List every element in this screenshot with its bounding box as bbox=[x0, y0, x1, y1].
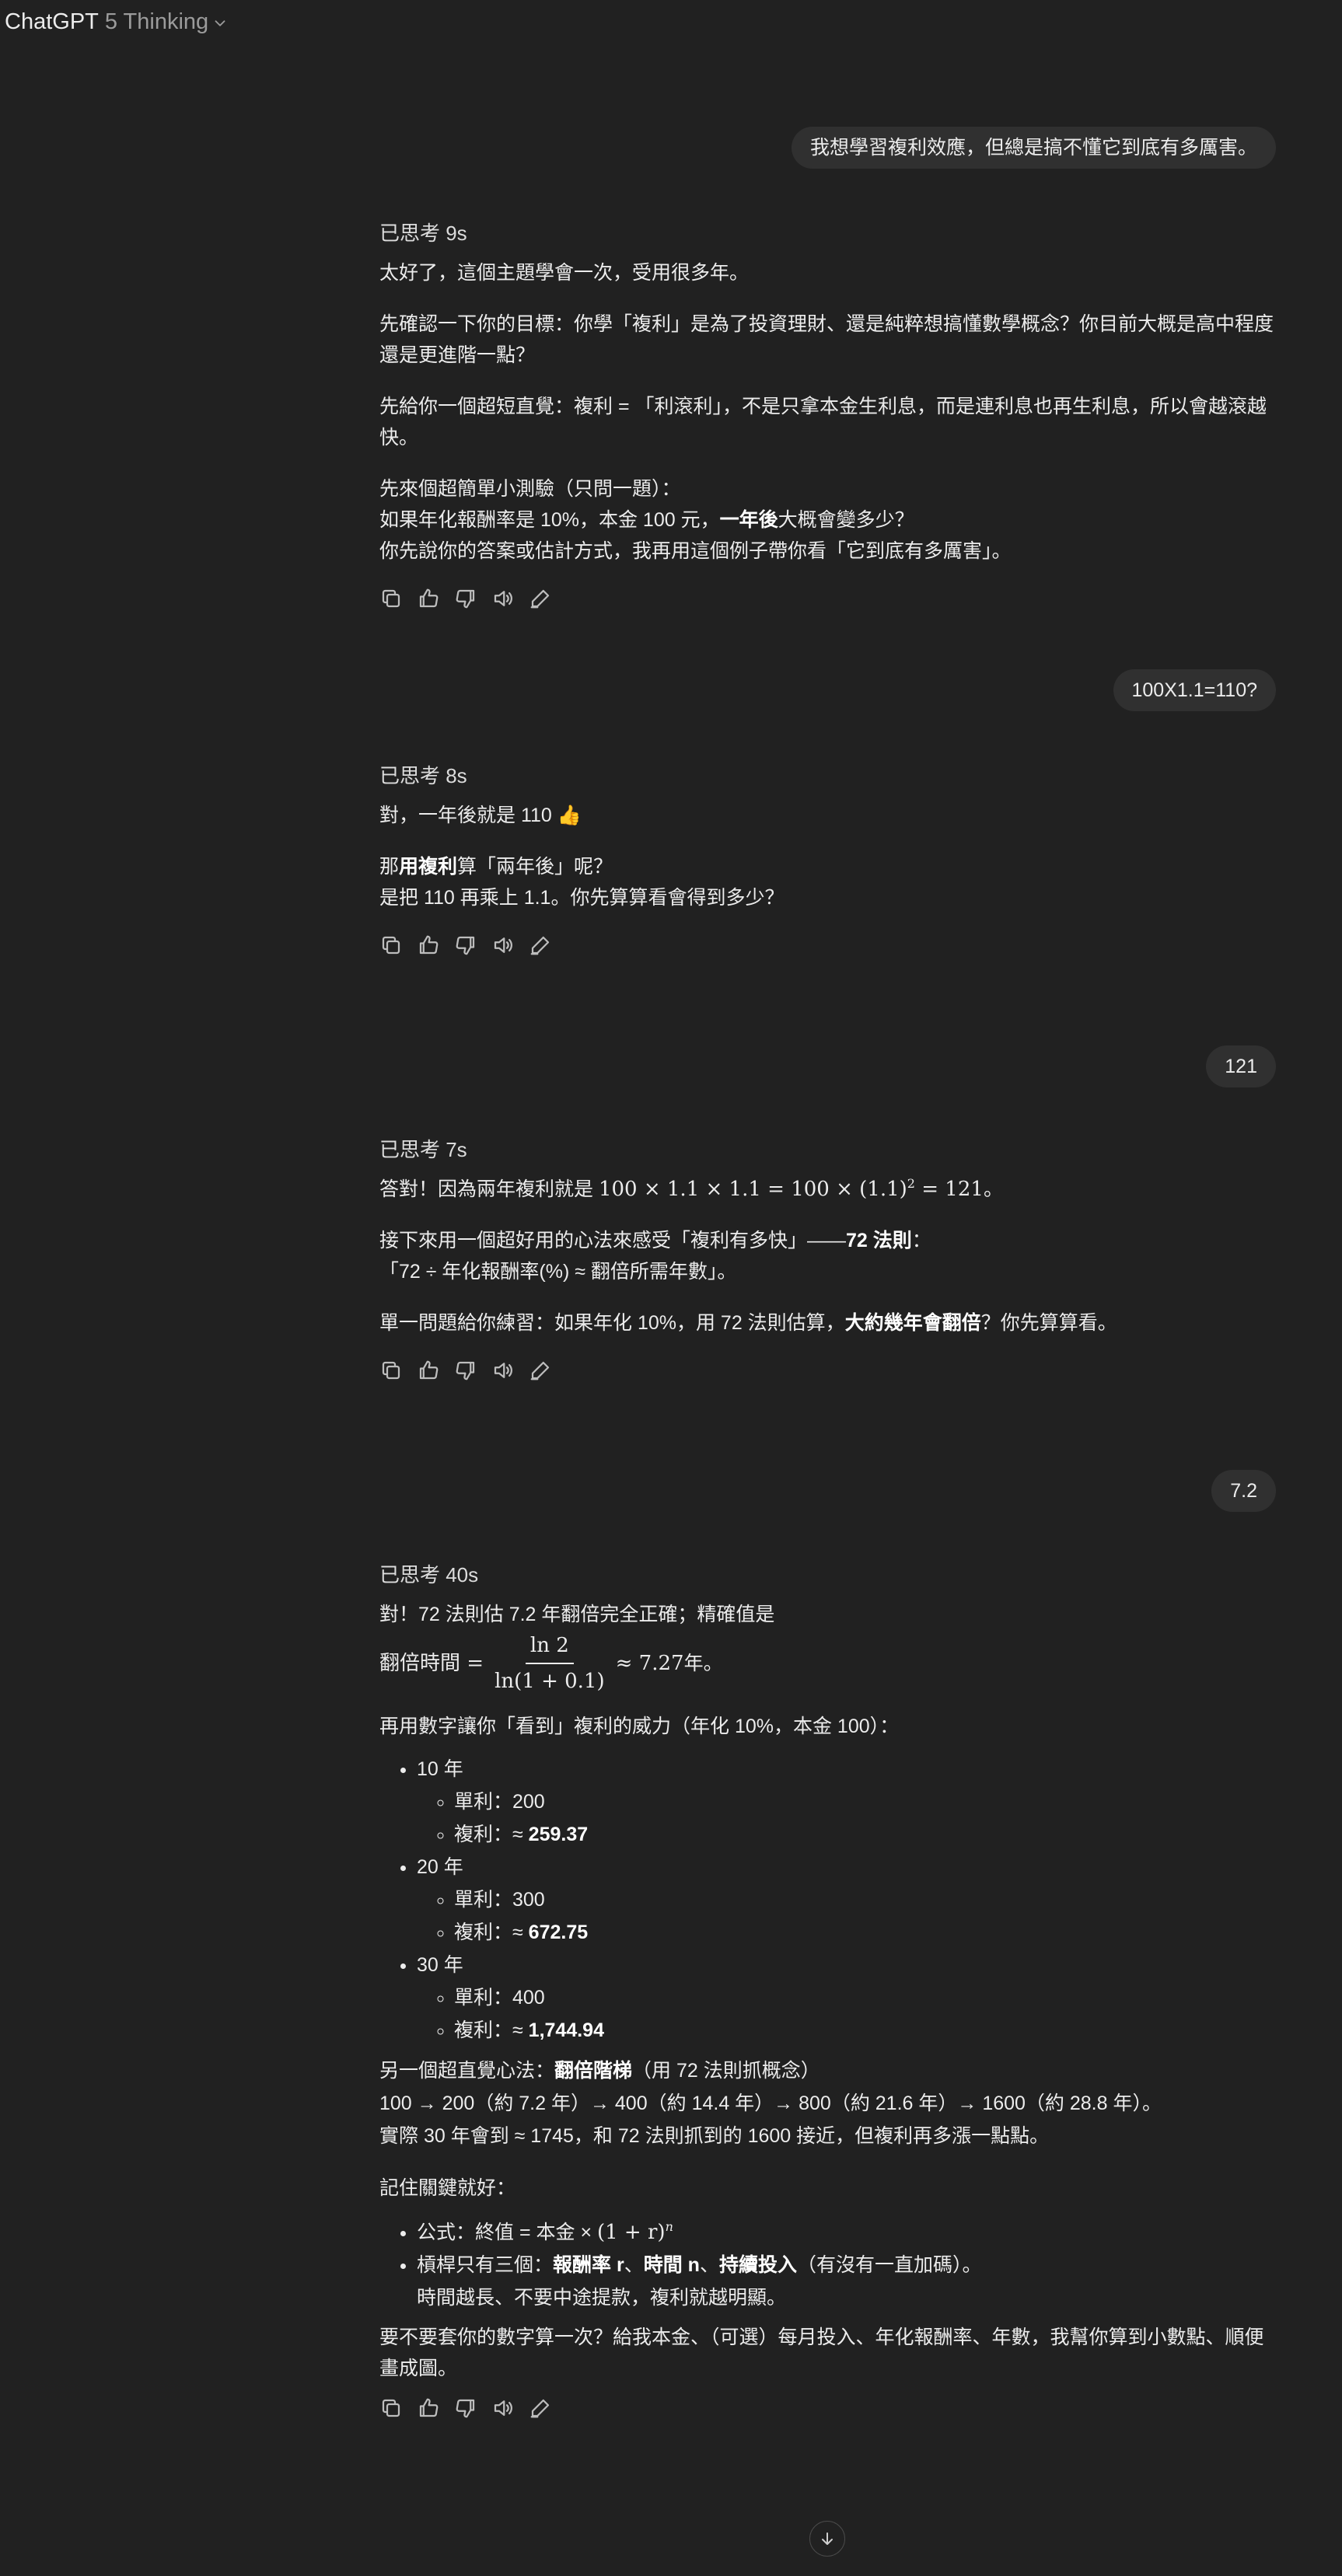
key-points-list: 公式：終值 = 本金 × (1 + r)n 槓桿只有三個：報酬率 r、時間 n、… bbox=[379, 2216, 1276, 2314]
text-line: 是把 110 再乘上 1.1。你先算算看會得到多少？ bbox=[379, 887, 785, 909]
thumbs-down-icon[interactable] bbox=[454, 2396, 477, 2420]
bold-text: 用複利 bbox=[399, 856, 458, 878]
user-message: 7.2 bbox=[1211, 1470, 1276, 1512]
text-line: 那用複利算「兩年後」呢？ bbox=[379, 856, 613, 878]
thumbs-down-icon[interactable] bbox=[454, 1359, 477, 1382]
text-line: 另一個超直覺心法：翻倍階梯（用 72 法則抓概念） bbox=[379, 2060, 820, 2082]
edit-icon[interactable] bbox=[529, 2396, 552, 2420]
list-item: 10 年 單利：200 複利：≈ 259.37 bbox=[417, 1753, 1276, 1851]
bold-text: 一年後 bbox=[719, 509, 778, 531]
paragraph: 答對！因為兩年複利就是 100 × 1.1 × 1.1 = 100 × (1.1… bbox=[379, 1176, 1003, 1202]
text-line: 100 → 200（約 7.2 年）→ 400（約 14.4 年）→ 800（約… bbox=[379, 2093, 1162, 2114]
text-line: 對！72 法則估 7.2 年翻倍完全正確；精確值是 bbox=[379, 1604, 775, 1625]
paragraph: 先來個超簡單小測驗（只問一題）： 如果年化報酬率是 10%，本金 100 元，一… bbox=[379, 473, 1276, 567]
paragraph: 先給你一個超短直覺：複利 = 「利滾利」，不是只拿本金生利息，而是連利息也再生利… bbox=[379, 396, 1267, 449]
user-message: 121 bbox=[1206, 1045, 1276, 1087]
app-title[interactable]: ChatGPT bbox=[5, 9, 99, 35]
assistant-message: 已思考 40s 對！72 法則估 7.2 年翻倍完全正確；精確值是 翻倍時間 =… bbox=[379, 1562, 1276, 2420]
thought-duration[interactable]: 已思考 40s bbox=[379, 1562, 1276, 1588]
math-expression: 100 × 1.1 × 1.1 = 100 × (1.1)2 = 121 bbox=[598, 1176, 984, 1202]
user-bubble: 100X1.1=110? bbox=[1113, 669, 1276, 711]
message-actions bbox=[379, 934, 1276, 957]
edit-icon[interactable] bbox=[529, 587, 552, 610]
formula-doubling-time: 翻倍時間 = ln 2 ln(1 + 0.1) ≈ 7.27 年。 bbox=[379, 1630, 1276, 1697]
text-line: 「72 ÷ 年化報酬率(%) ≈ 翻倍所需年數」。 bbox=[379, 1261, 737, 1283]
thumbs-up-icon[interactable] bbox=[417, 934, 440, 957]
copy-icon[interactable] bbox=[379, 934, 403, 957]
thumbs-down-icon[interactable] bbox=[454, 587, 477, 610]
thumbs-up-icon[interactable] bbox=[417, 2396, 440, 2420]
thought-duration[interactable]: 已思考 7s bbox=[379, 1136, 1276, 1163]
read-aloud-icon[interactable] bbox=[491, 1359, 515, 1382]
message-actions bbox=[379, 587, 1276, 610]
paragraph: 單一問題給你練習：如果年化 10%，用 72 法則估算，大約幾年會翻倍？你先算算… bbox=[379, 1312, 1117, 1334]
list-item: 複利：≈ 672.75 bbox=[454, 1916, 1276, 1949]
text-line: 接下來用一個超好用的心法來感受「複利有多快」——72 法則： bbox=[379, 1230, 931, 1251]
arrow-down-icon bbox=[822, 2532, 833, 2545]
message-actions bbox=[379, 1359, 1276, 1382]
list-item: 複利：≈ 259.37 bbox=[454, 1818, 1276, 1851]
paragraph: 太好了，這個主題學會一次，受用很多年。 bbox=[379, 262, 750, 284]
thumbs-up-icon[interactable] bbox=[417, 587, 440, 610]
text-line: 先來個超簡單小測驗（只問一題）： bbox=[379, 478, 681, 500]
chevron-down-icon[interactable] bbox=[211, 15, 229, 32]
scroll-to-bottom-button[interactable] bbox=[809, 2521, 845, 2557]
list-item: 單利：400 bbox=[454, 1981, 1276, 2014]
assistant-message: 已思考 8s 對，一年後就是 110 👍 那用複利算「兩年後」呢？ 是把 110… bbox=[379, 763, 1276, 957]
paragraph: 那用複利算「兩年後」呢？ 是把 110 再乘上 1.1。你先算算看會得到多少？ bbox=[379, 851, 1276, 913]
list-item: 20 年 單利：300 複利：≈ 672.75 bbox=[417, 1851, 1276, 1949]
assistant-message: 已思考 9s 太好了，這個主題學會一次，受用很多年。 先確認一下你的目標：你學「… bbox=[379, 220, 1276, 610]
user-bubble: 我想學習複利效應，但總是搞不懂它到底有多厲害。 bbox=[791, 127, 1276, 169]
model-selector[interactable]: 5 Thinking bbox=[105, 9, 208, 35]
user-message: 我想學習複利效應，但總是搞不懂它到底有多厲害。 bbox=[791, 127, 1276, 169]
list-item: 槓桿只有三個：報酬率 r、時間 n、持續投入（有沒有一直加碼）。時間越長、不要中… bbox=[417, 2249, 1276, 2314]
edit-icon[interactable] bbox=[529, 934, 552, 957]
fraction: ln 2 ln(1 + 0.1) bbox=[490, 1630, 610, 1697]
list-item: 單利：300 bbox=[454, 1883, 1276, 1916]
paragraph: 要不要套你的數字算一次？給我本金、（可選）每月投入、年化報酬率、年數，我幫你算到… bbox=[379, 2326, 1264, 2379]
copy-icon[interactable] bbox=[379, 587, 403, 610]
paragraph: 對，一年後就是 110 👍 bbox=[379, 805, 582, 826]
copy-icon[interactable] bbox=[379, 2396, 403, 2420]
copy-icon[interactable] bbox=[379, 1359, 403, 1382]
list-item: 單利：200 bbox=[454, 1785, 1276, 1818]
user-message: 100X1.1=110? bbox=[1113, 669, 1276, 711]
bold-text: 72 法則 bbox=[846, 1230, 912, 1251]
text-line: 如果年化報酬率是 10%，本金 100 元，一年後大概會變多少？ bbox=[379, 509, 914, 531]
text-line: 實際 30 年會到 ≈ 1745，和 72 法則抓到的 1600 接近，但複利再… bbox=[379, 2125, 1050, 2147]
list-item: 複利：≈ 1,744.94 bbox=[454, 2014, 1276, 2047]
paragraph: 另一個超直覺心法：翻倍階梯（用 72 法則抓概念） 100 → 200（約 7.… bbox=[379, 2054, 1276, 2152]
read-aloud-icon[interactable] bbox=[491, 587, 515, 610]
growth-list: 10 年 單利：200 複利：≈ 259.37 20 年 單利：300 複利：≈… bbox=[379, 1753, 1276, 2047]
read-aloud-icon[interactable] bbox=[491, 2396, 515, 2420]
thumbs-up-icon[interactable] bbox=[417, 1359, 440, 1382]
assistant-message: 已思考 7s 答對！因為兩年複利就是 100 × 1.1 × 1.1 = 100… bbox=[379, 1136, 1276, 1382]
paragraph: 對！72 法則估 7.2 年翻倍完全正確；精確值是 翻倍時間 = ln 2 ln… bbox=[379, 1599, 1276, 1697]
text-line: 你先說你的答案或估計方式，我再用這個例子帶你看「它到底有多厲害」。 bbox=[379, 540, 1012, 562]
top-bar: ChatGPT 5 Thinking bbox=[0, 0, 1342, 44]
paragraph: 先確認一下你的目標：你學「複利」是為了投資理財、還是純粹想搞懂數學概念？你目前大… bbox=[379, 313, 1274, 366]
paragraph: 接下來用一個超好用的心法來感受「複利有多快」——72 法則： 「72 ÷ 年化報… bbox=[379, 1225, 1276, 1287]
user-bubble: 7.2 bbox=[1211, 1470, 1276, 1512]
paragraph: 記住關鍵就好： bbox=[379, 2177, 516, 2199]
bold-text: 大約幾年會翻倍 bbox=[844, 1312, 981, 1334]
message-actions bbox=[379, 2396, 1276, 2420]
edit-icon[interactable] bbox=[529, 1359, 552, 1382]
thought-duration[interactable]: 已思考 8s bbox=[379, 763, 1276, 789]
read-aloud-icon[interactable] bbox=[491, 934, 515, 957]
paragraph: 再用數字讓你「看到」複利的威力（年化 10%，本金 100）： bbox=[379, 1716, 900, 1737]
user-bubble: 121 bbox=[1206, 1045, 1276, 1087]
list-item: 30 年 單利：400 複利：≈ 1,744.94 bbox=[417, 1949, 1276, 2047]
list-item: 公式：終值 = 本金 × (1 + r)n bbox=[417, 2216, 1276, 2249]
thumbs-down-icon[interactable] bbox=[454, 934, 477, 957]
thought-duration[interactable]: 已思考 9s bbox=[379, 220, 1276, 246]
